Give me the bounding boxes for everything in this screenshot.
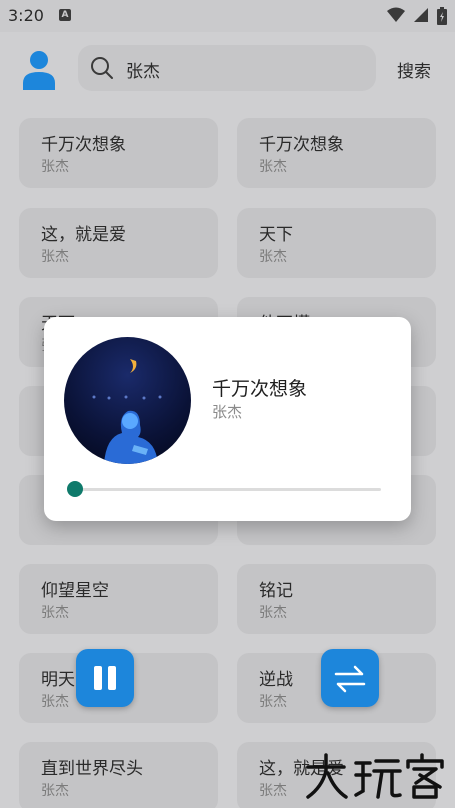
song-card[interactable]: 铭记 张杰 (237, 564, 436, 634)
song-artist: 张杰 (41, 249, 69, 265)
pause-button[interactable] (76, 649, 134, 707)
swap-arrows-icon (334, 665, 366, 693)
notification-icon: A (59, 9, 71, 21)
progress-slider[interactable] (75, 488, 381, 491)
status-bar: 3:20 A (0, 0, 455, 32)
song-card[interactable]: 直到世界尽头 张杰 (19, 742, 218, 808)
song-artist: 张杰 (41, 605, 69, 621)
song-title: 直到世界尽头 (41, 759, 143, 779)
progress-thumb[interactable] (67, 481, 83, 497)
status-time: 3:20 (8, 6, 44, 25)
now-playing-artist: 张杰 (212, 403, 243, 421)
battery-icon (437, 7, 447, 25)
song-artist: 张杰 (259, 249, 287, 265)
song-card[interactable]: 千万次想象 张杰 (19, 118, 218, 188)
song-title: 天下 (259, 225, 293, 245)
song-title: 逆战 (259, 670, 293, 690)
wifi-icon (386, 7, 405, 22)
now-playing-title: 千万次想象 (212, 378, 308, 400)
song-title: 仰望星空 (41, 581, 109, 601)
song-card[interactable]: 千万次想象 张杰 (237, 118, 436, 188)
search-input[interactable]: 张杰 (78, 45, 376, 91)
song-card[interactable]: 仰望星空 张杰 (19, 564, 218, 634)
pause-icon (94, 666, 116, 690)
song-artist: 张杰 (41, 783, 69, 799)
search-icon (91, 57, 113, 79)
person-icon[interactable] (22, 50, 56, 90)
album-cover[interactable] (64, 337, 191, 464)
song-artist: 张杰 (259, 783, 287, 799)
song-artist: 张杰 (41, 694, 69, 710)
song-title: 千万次想象 (41, 135, 126, 155)
search-button[interactable]: 搜索 (397, 57, 431, 82)
song-artist: 张杰 (41, 159, 69, 175)
header: 张杰 搜索 (0, 32, 455, 108)
song-title: 这，就是爱 (41, 225, 126, 245)
song-card[interactable]: 天下 张杰 (237, 208, 436, 278)
switch-mode-button[interactable] (321, 649, 379, 707)
song-title: 铭记 (259, 581, 293, 601)
song-artist: 张杰 (259, 694, 287, 710)
now-playing-dialog: 千万次想象 张杰 (44, 317, 411, 521)
song-card[interactable]: 这，就是爱 张杰 (19, 208, 218, 278)
search-value[interactable]: 张杰 (126, 57, 160, 82)
song-artist: 张杰 (259, 159, 287, 175)
song-title: 明天 (41, 670, 75, 690)
cellular-signal-icon (413, 8, 428, 22)
watermark-logo (306, 753, 444, 799)
song-title: 千万次想象 (259, 135, 344, 155)
song-artist: 张杰 (259, 605, 287, 621)
status-icons (384, 7, 447, 25)
